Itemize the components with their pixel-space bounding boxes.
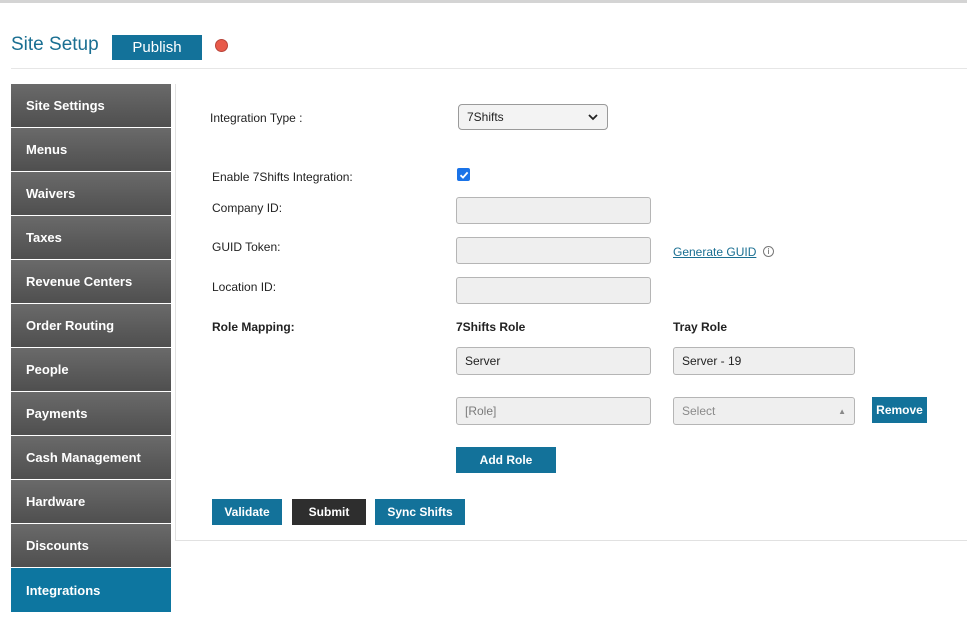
publish-button[interactable]: Publish <box>112 35 202 60</box>
validate-button[interactable]: Validate <box>212 499 282 525</box>
sidebar-item-menus[interactable]: Menus <box>11 128 171 171</box>
sidebar-item-waivers[interactable]: Waivers <box>11 172 171 215</box>
sidebar-item-label: Site Settings <box>26 98 105 113</box>
shifts-role-input[interactable] <box>456 347 651 375</box>
tray-role-select[interactable]: Select ▲ <box>673 397 855 425</box>
sidebar-item-label: Cash Management <box>26 450 141 465</box>
role-mapping-label: Role Mapping: <box>212 320 295 334</box>
sidebar-item-label: Integrations <box>26 582 101 598</box>
add-role-button[interactable]: Add Role <box>456 447 556 473</box>
tray-role-column-header: Tray Role <box>673 320 728 334</box>
enable-integration-label: Enable 7Shifts Integration: <box>212 170 353 184</box>
location-id-input[interactable] <box>456 277 651 304</box>
shifts-role-column-header: 7Shifts Role <box>456 320 526 334</box>
sidebar-item-hardware[interactable]: Hardware <box>11 480 171 523</box>
top-border <box>0 0 967 3</box>
integration-panel <box>175 84 967 541</box>
sidebar-item-label: Discounts <box>26 538 89 553</box>
sidebar-item-label: Waivers <box>26 186 76 201</box>
info-icon[interactable]: i <box>763 246 774 257</box>
sidebar-item-order-routing[interactable]: Order Routing <box>11 304 171 347</box>
integration-type-label: Integration Type : <box>210 111 303 125</box>
sidebar-item-cash-management[interactable]: Cash Management <box>11 436 171 479</box>
sidebar-nav: Site Settings Menus Waivers Taxes Revenu… <box>11 84 171 613</box>
triangle-up-icon: ▲ <box>838 406 846 416</box>
generate-guid-link[interactable]: Generate GUID <box>673 245 756 259</box>
sync-shifts-button[interactable]: Sync Shifts <box>375 499 465 525</box>
company-id-input[interactable] <box>456 197 651 224</box>
sidebar-item-label: Order Routing <box>26 318 115 333</box>
sidebar-item-label: Hardware <box>26 494 86 509</box>
sidebar-item-taxes[interactable]: Taxes <box>11 216 171 259</box>
sidebar-item-revenue-centers[interactable]: Revenue Centers <box>11 260 171 303</box>
sidebar-item-label: People <box>26 362 69 377</box>
page-title: Site Setup <box>11 34 99 55</box>
location-id-label: Location ID: <box>212 280 277 294</box>
integration-type-value: 7Shifts <box>467 110 504 124</box>
guid-token-input[interactable] <box>456 237 651 264</box>
sidebar-item-integrations[interactable]: Integrations <box>11 568 171 612</box>
guid-token-label: GUID Token: <box>212 240 281 254</box>
sidebar-item-discounts[interactable]: Discounts <box>11 524 171 567</box>
submit-button[interactable]: Submit <box>292 499 366 525</box>
sidebar-item-label: Taxes <box>26 230 62 245</box>
sidebar-item-label: Menus <box>26 142 68 157</box>
sidebar-item-label: Revenue Centers <box>26 274 133 289</box>
remove-role-button[interactable]: Remove <box>872 397 927 423</box>
sidebar-item-payments[interactable]: Payments <box>11 392 171 435</box>
unpublished-status-indicator <box>215 39 228 52</box>
sidebar-item-site-settings[interactable]: Site Settings <box>11 84 171 127</box>
tray-role-select-placeholder: Select <box>682 404 716 418</box>
integration-type-select[interactable]: 7Shifts <box>458 104 608 130</box>
sidebar-item-label: Payments <box>26 406 88 421</box>
tray-role-input[interactable] <box>673 347 855 375</box>
company-id-label: Company ID: <box>212 201 283 215</box>
checkmark-icon <box>459 171 468 179</box>
sidebar-item-people[interactable]: People <box>11 348 171 391</box>
header-divider <box>11 68 967 69</box>
new-shifts-role-input[interactable] <box>456 397 651 425</box>
enable-integration-checkbox[interactable] <box>457 168 470 181</box>
chevron-down-icon <box>588 114 598 121</box>
